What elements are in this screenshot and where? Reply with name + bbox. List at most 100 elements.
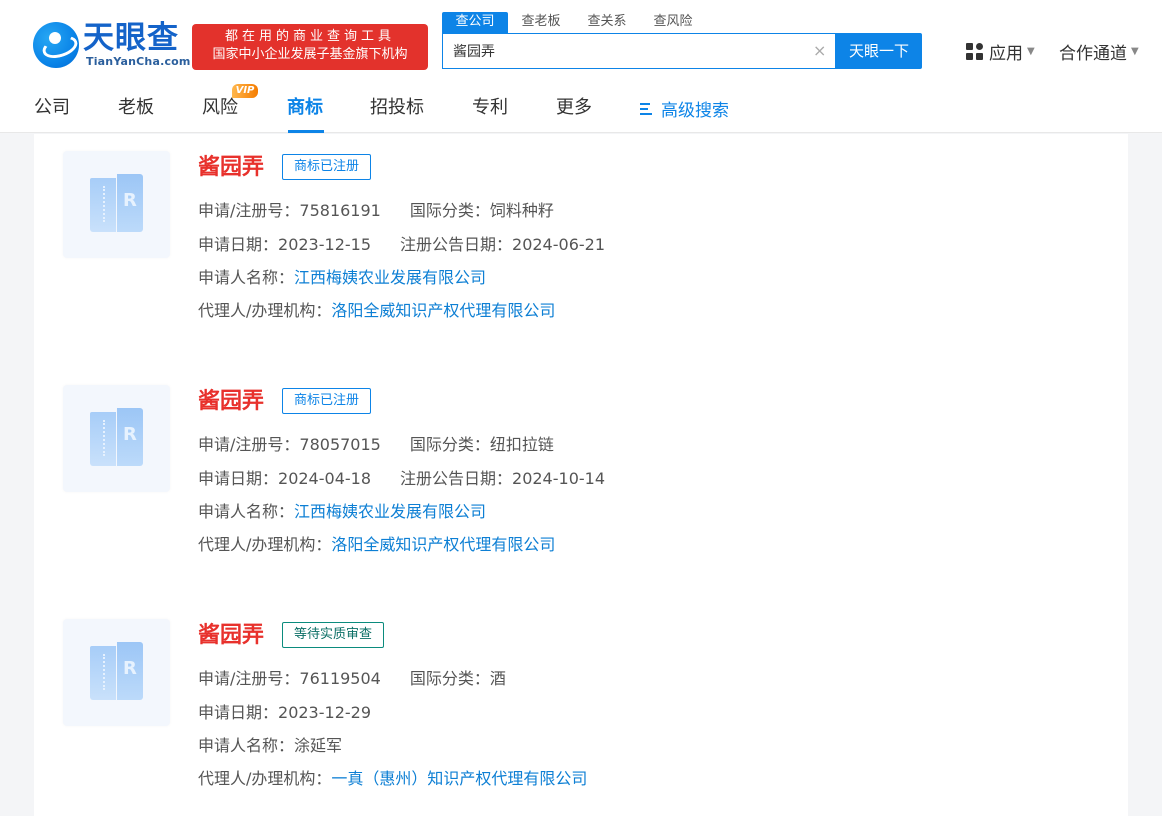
promo-line-2: 国家中小企业发展子基金旗下机构 (212, 47, 408, 62)
agent-label: 代理人/办理机构： (198, 535, 332, 554)
intl-class-label: 国际分类： (409, 669, 490, 688)
apps-label: 应用 (989, 44, 1023, 64)
nav-company[interactable]: 公司 (34, 96, 70, 120)
trademark-image[interactable]: R (63, 619, 170, 726)
trademark-placeholder-icon: R (90, 408, 143, 467)
nav-risk[interactable]: 风险 (202, 96, 238, 120)
apply-date-value: 2024-04-18 (278, 469, 371, 488)
trademark-card[interactable]: R 酱园弄 商标已注册 申请/注册号：75816191 国际分类：饲料种籽 申请日… (34, 134, 1128, 354)
trademark-card[interactable]: R 酱园弄 等待实质审查 申请/注册号：76119504 国际分类：酒 申请日期：… (34, 602, 1128, 816)
date-row: 申请日期：2024-04-18 注册公告日期：2024-10-14 (198, 469, 605, 489)
nav-bidding[interactable]: 招投标 (370, 96, 424, 120)
intl-class-label: 国际分类： (409, 435, 490, 454)
trademark-placeholder-icon: R (90, 174, 143, 233)
announce-date-label: 注册公告日期： (400, 235, 513, 254)
search-input[interactable] (443, 34, 793, 68)
applicant-row: 申请人名称：涂延军 (198, 736, 342, 756)
intl-class-value: 纽扣拉链 (489, 435, 554, 454)
agent-label: 代理人/办理机构： (198, 769, 332, 788)
partner-channel-menu[interactable]: 合作通道 ▼ (1059, 39, 1139, 64)
trademark-placeholder-icon: R (90, 642, 143, 701)
applicant-label: 申请人名称： (198, 502, 295, 521)
chevron-down-icon: ▼ (1131, 46, 1139, 57)
trademark-image[interactable]: R (63, 151, 170, 258)
agent-link[interactable]: 洛阳全威知识产权代理有限公司 (331, 535, 555, 554)
agent-label: 代理人/办理机构： (198, 301, 332, 320)
nav-boss[interactable]: 老板 (118, 96, 154, 120)
reg-number-value: 76119504 (299, 669, 381, 688)
applicant-value: 涂延军 (294, 736, 343, 755)
search-area: 查公司 查老板 查关系 查风险 × 天眼一下 (442, 11, 922, 71)
grid-icon (966, 43, 983, 60)
status-badge: 商标已注册 (282, 154, 372, 180)
nav-patent[interactable]: 专利 (472, 96, 508, 120)
promo-line-1: 都在用的商业查询工具 (224, 29, 395, 44)
announce-date-value: 2024-10-14 (512, 469, 605, 488)
reg-number-label: 申请/注册号： (198, 669, 300, 688)
applicant-row: 申请人名称：江西梅姨农业发展有限公司 (198, 502, 486, 522)
top-header: 天眼查 TianYanCha.com 都在用的商业查询工具 国家中小企业发展子基… (0, 0, 1162, 82)
trademark-name[interactable]: 酱园弄 (198, 622, 264, 650)
reg-number-label: 申请/注册号： (198, 435, 300, 454)
category-nav: 公司 老板 风险 VIP 商标 招投标 专利 更多 (0, 82, 1162, 133)
applicant-row: 申请人名称：江西梅姨农业发展有限公司 (198, 268, 486, 288)
eye-logo-icon (33, 22, 79, 68)
trademark-image[interactable]: R (63, 385, 170, 492)
reg-number-row: 申请/注册号：76119504 国际分类：酒 (198, 669, 506, 689)
advanced-search-link[interactable]: 高级搜索 (640, 96, 729, 121)
reg-number-row: 申请/注册号：75816191 国际分类：饲料种籽 (198, 201, 554, 221)
announce-date-value: 2024-06-21 (512, 235, 605, 254)
clear-icon[interactable]: × (813, 42, 826, 60)
apply-date-value: 2023-12-29 (278, 703, 371, 722)
intl-class-value: 酒 (489, 669, 506, 688)
agent-row: 代理人/办理机构：一真（惠州）知识产权代理有限公司 (198, 769, 587, 789)
active-tab-indicator (288, 130, 324, 133)
applicant-label: 申请人名称： (198, 736, 295, 755)
agent-row: 代理人/办理机构：洛阳全威知识产权代理有限公司 (198, 301, 555, 321)
date-row: 申请日期：2023-12-15 注册公告日期：2024-06-21 (198, 235, 605, 255)
reg-number-value: 75816191 (299, 201, 381, 220)
intl-class-value: 饲料种籽 (489, 201, 554, 220)
intl-class-label: 国际分类： (409, 201, 490, 220)
promo-banner[interactable]: 都在用的商业查询工具 国家中小企业发展子基金旗下机构 (192, 24, 428, 70)
tab-risk[interactable]: 查风险 (640, 12, 706, 33)
logo-text: 天眼查 (83, 20, 179, 56)
tab-relations[interactable]: 查关系 (574, 12, 640, 33)
chevron-down-icon: ▼ (1027, 46, 1035, 57)
status-badge: 商标已注册 (282, 388, 372, 414)
vip-badge: VIP (232, 84, 258, 98)
tab-company[interactable]: 查公司 (442, 12, 508, 33)
apply-date-label: 申请日期： (198, 235, 279, 254)
advanced-search-icon (640, 102, 656, 116)
apply-date-value: 2023-12-15 (278, 235, 371, 254)
partner-channel-label: 合作通道 (1059, 44, 1127, 64)
apps-menu[interactable]: 应用 ▼ (966, 39, 1035, 64)
trademark-name[interactable]: 酱园弄 (198, 388, 264, 416)
applicant-link[interactable]: 江西梅姨农业发展有限公司 (294, 502, 486, 521)
applicant-link[interactable]: 江西梅姨农业发展有限公司 (294, 268, 486, 287)
reg-number-label: 申请/注册号： (198, 201, 300, 220)
trademark-results: R 酱园弄 商标已注册 申请/注册号：75816191 国际分类：饲料种籽 申请日… (34, 134, 1128, 816)
search-tabs: 查公司 查老板 查关系 查风险 (442, 11, 922, 33)
agent-link[interactable]: 一真（惠州）知识产权代理有限公司 (331, 769, 587, 788)
agent-row: 代理人/办理机构：洛阳全威知识产权代理有限公司 (198, 535, 555, 555)
trademark-name[interactable]: 酱园弄 (198, 154, 264, 182)
agent-link[interactable]: 洛阳全威知识产权代理有限公司 (331, 301, 555, 320)
logo-domain: TianYanCha.com (86, 55, 191, 68)
advanced-search-label: 高级搜索 (661, 101, 729, 121)
trademark-card[interactable]: R 酱园弄 商标已注册 申请/注册号：78057015 国际分类：纽扣拉链 申请日… (34, 368, 1128, 588)
date-row: 申请日期：2023-12-29 (198, 703, 371, 723)
nav-trademark[interactable]: 商标 (287, 96, 323, 120)
applicant-label: 申请人名称： (198, 268, 295, 287)
status-badge: 等待实质审查 (282, 622, 385, 648)
reg-number-value: 78057015 (299, 435, 381, 454)
tab-boss[interactable]: 查老板 (508, 12, 574, 33)
announce-date-label: 注册公告日期： (400, 469, 513, 488)
nav-more[interactable]: 更多 (556, 96, 592, 120)
apply-date-label: 申请日期： (198, 469, 279, 488)
site-logo[interactable]: 天眼查 TianYanCha.com (33, 20, 190, 68)
apply-date-label: 申请日期： (198, 703, 279, 722)
reg-number-row: 申请/注册号：78057015 国际分类：纽扣拉链 (198, 435, 554, 455)
search-button[interactable]: 天眼一下 (836, 33, 922, 69)
search-box: × (442, 33, 836, 69)
